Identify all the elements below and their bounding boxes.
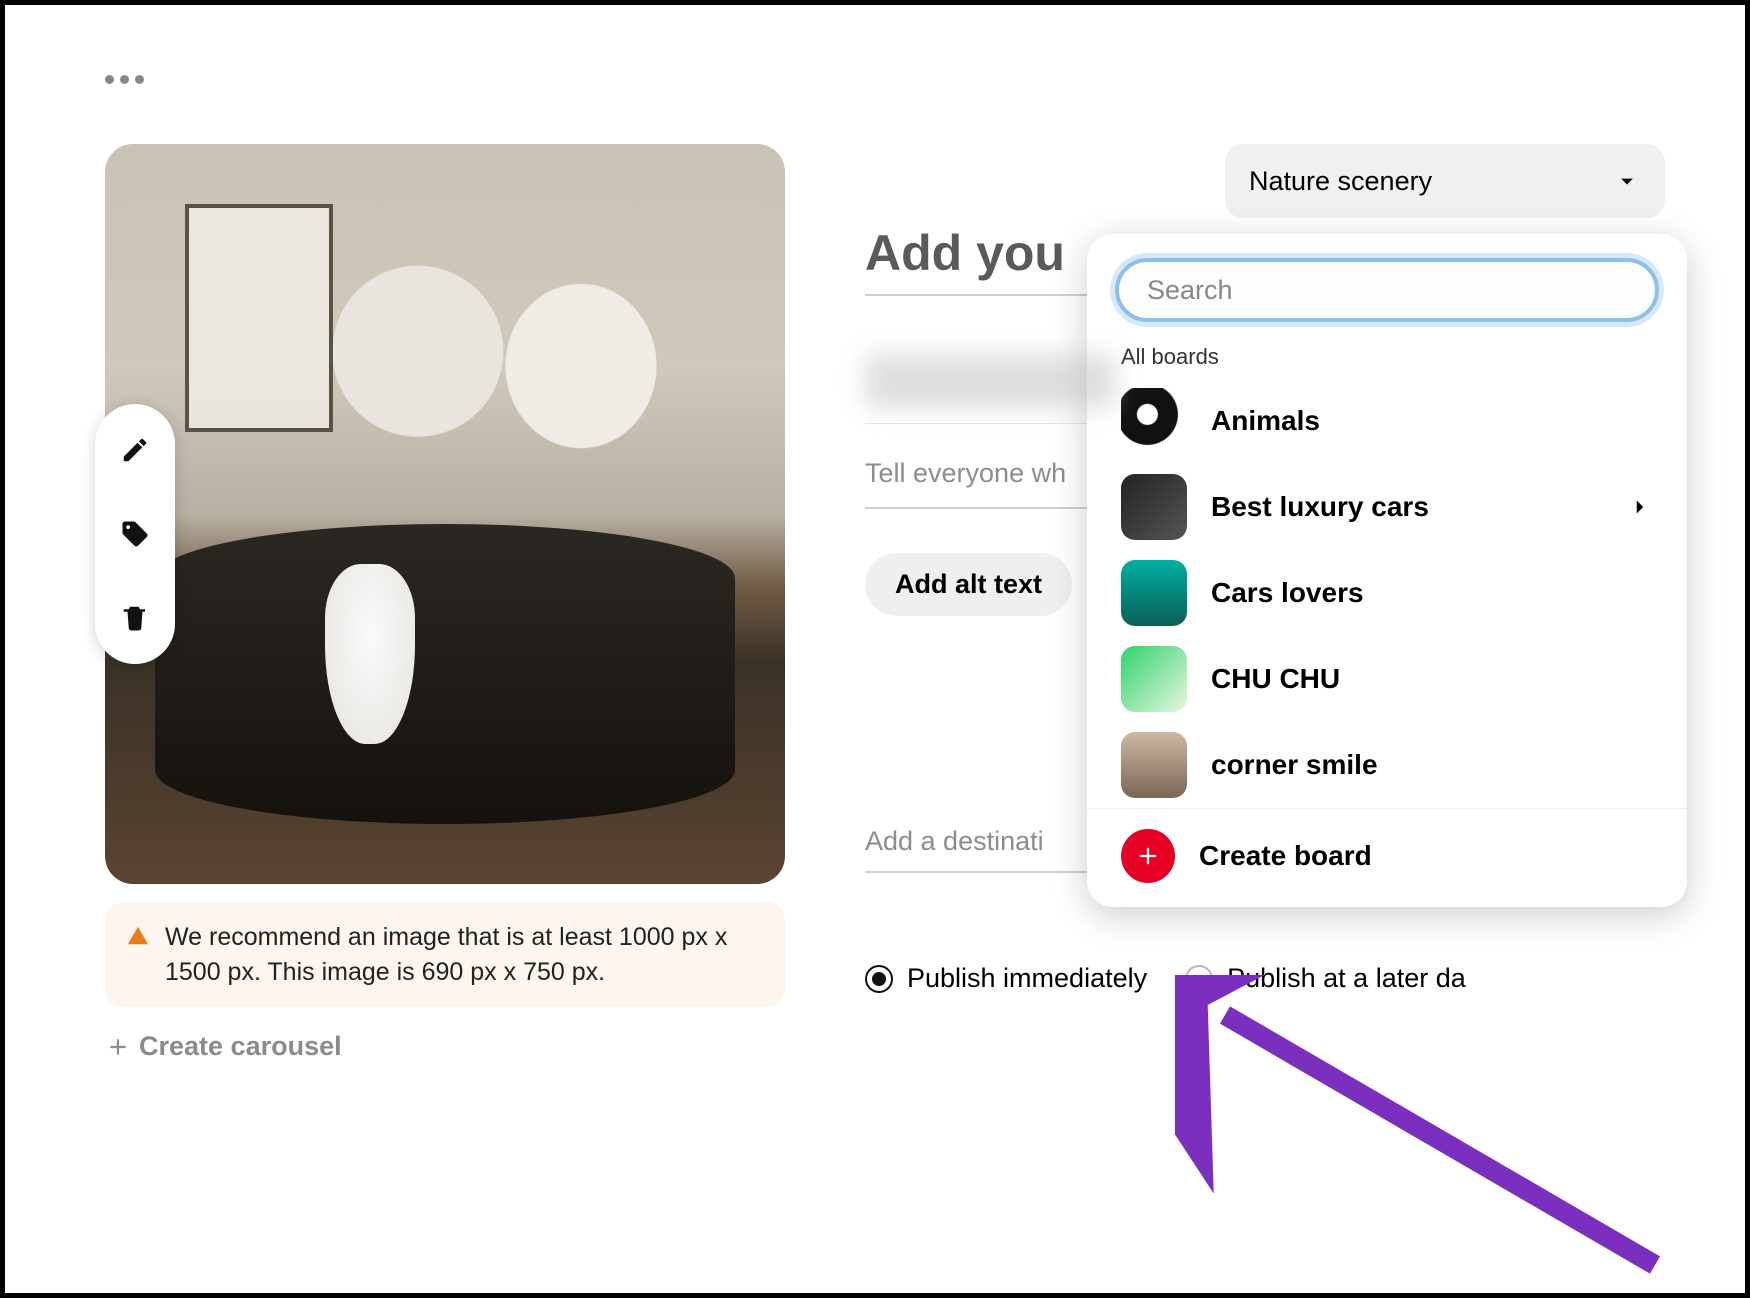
board-item-cars-lovers[interactable]: Cars lovers (1087, 550, 1687, 636)
image-tools-pill (95, 404, 175, 664)
create-board-label: Create board (1199, 840, 1372, 872)
create-carousel-button[interactable]: Create carousel (105, 1031, 785, 1062)
delete-image-button[interactable] (117, 600, 153, 636)
publish-later-option[interactable]: Publish at a later da (1185, 963, 1466, 994)
chevron-right-icon (1627, 494, 1653, 520)
add-alt-text-label: Add alt text (895, 569, 1042, 599)
board-item-label: Best luxury cars (1211, 491, 1429, 523)
edit-image-button[interactable] (117, 432, 153, 468)
plus-badge-icon (1121, 829, 1175, 883)
board-selector-value: Nature scenery (1249, 166, 1432, 197)
pencil-icon (120, 435, 150, 465)
more-options-button[interactable] (105, 75, 1665, 84)
board-thumb (1121, 646, 1187, 712)
board-item-corner-smile[interactable]: corner smile (1087, 722, 1687, 808)
publish-later-label: Publish at a later da (1227, 963, 1466, 994)
boards-section-label: All boards (1087, 322, 1687, 378)
board-selector[interactable]: Nature scenery (1225, 144, 1665, 218)
board-item-luxury-cars[interactable]: Best luxury cars (1087, 464, 1687, 550)
board-list: Animals Best luxury cars Cars lovers CHU… (1087, 378, 1687, 808)
board-dropdown-panel: All boards Animals Best luxury cars Cars… (1087, 234, 1687, 907)
radio-selected-icon (865, 965, 893, 993)
radio-unselected-icon (1185, 965, 1213, 993)
board-search-input[interactable] (1115, 258, 1659, 322)
warning-icon (127, 924, 149, 948)
board-item-chu-chu[interactable]: CHU CHU (1087, 636, 1687, 722)
board-item-animals[interactable]: Animals (1087, 378, 1687, 464)
author-chip-redacted (865, 354, 1115, 408)
tag-icon (120, 519, 150, 549)
tag-products-button[interactable] (117, 516, 153, 552)
image-size-warning: We recommend an image that is at least 1… (105, 902, 785, 1007)
plus-icon (105, 1034, 131, 1060)
add-alt-text-button[interactable]: Add alt text (865, 553, 1072, 616)
create-board-button[interactable]: Create board (1087, 808, 1687, 907)
publish-options: Publish immediately Publish at a later d… (865, 963, 1665, 994)
board-thumb (1121, 474, 1187, 540)
warning-text: We recommend an image that is at least 1… (165, 920, 763, 989)
publish-immediately-option[interactable]: Publish immediately (865, 963, 1147, 994)
pin-image-preview (105, 144, 785, 884)
create-carousel-label: Create carousel (139, 1031, 342, 1062)
board-thumb (1121, 732, 1187, 798)
board-item-label: Cars lovers (1211, 577, 1364, 609)
trash-icon (120, 603, 150, 633)
board-item-label: Animals (1211, 405, 1320, 437)
publish-immediately-label: Publish immediately (907, 963, 1147, 994)
board-item-label: corner smile (1211, 749, 1378, 781)
board-item-label: CHU CHU (1211, 663, 1340, 695)
board-thumb (1121, 388, 1187, 454)
chevron-down-icon (1613, 167, 1641, 195)
board-thumb (1121, 560, 1187, 626)
